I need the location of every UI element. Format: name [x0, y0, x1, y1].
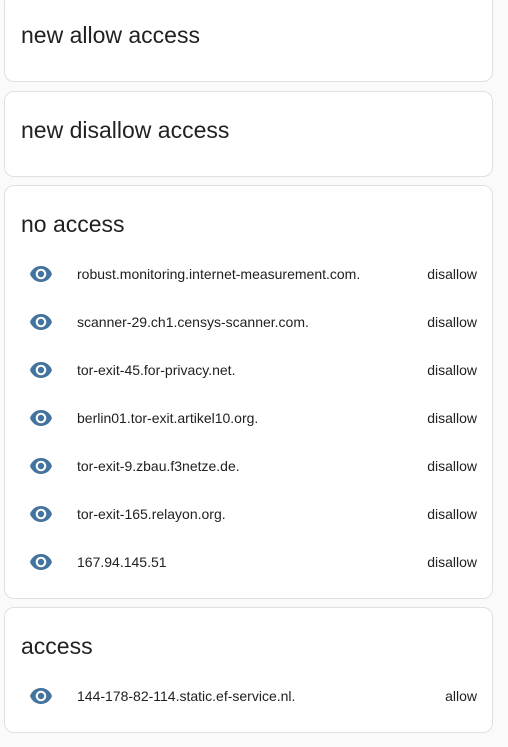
disallow-button[interactable]: disallow — [427, 264, 477, 284]
no-access-card: no access robust.monitoring.internet-mea… — [4, 185, 493, 599]
card-title: no access — [21, 211, 125, 237]
disallow-button[interactable]: disallow — [427, 312, 477, 332]
card-title: new allow access — [21, 22, 200, 48]
eye-icon[interactable] — [29, 361, 53, 379]
host-name: 144-178-82-114.static.ef-service.nl. — [77, 688, 296, 704]
disallow-button[interactable]: disallow — [427, 552, 477, 572]
eye-icon[interactable] — [29, 457, 53, 475]
access-card: access 144-178-82-114.static.ef-service.… — [4, 607, 493, 733]
list-item: tor-exit-45.for-privacy.net. disallow — [5, 346, 492, 394]
eye-icon[interactable] — [29, 687, 53, 705]
list-item: 144-178-82-114.static.ef-service.nl. all… — [5, 672, 492, 720]
eye-icon[interactable] — [29, 313, 53, 331]
list-item: scanner-29.ch1.censys-scanner.com. disal… — [5, 298, 492, 346]
disallow-button[interactable]: disallow — [427, 408, 477, 428]
card-title: new disallow access — [21, 117, 230, 143]
disallow-button[interactable]: disallow — [427, 456, 477, 476]
disallow-button[interactable]: disallow — [427, 360, 477, 380]
list-item: berlin01.tor-exit.artikel10.org. disallo… — [5, 394, 492, 442]
disallow-button[interactable]: disallow — [427, 504, 477, 524]
host-name: tor-exit-165.relayon.org. — [77, 506, 226, 522]
host-name: tor-exit-9.zbau.f3netze.de. — [77, 458, 240, 474]
host-name: berlin01.tor-exit.artikel10.org. — [77, 410, 259, 426]
eye-icon[interactable] — [29, 409, 53, 427]
new-disallow-access-card: new disallow access — [4, 91, 493, 177]
list-item: 167.94.145.51 disallow — [5, 538, 492, 586]
new-allow-access-card: new allow access — [4, 0, 493, 82]
eye-icon[interactable] — [29, 553, 53, 571]
eye-icon[interactable] — [29, 265, 53, 283]
eye-icon[interactable] — [29, 505, 53, 523]
host-name: scanner-29.ch1.censys-scanner.com. — [77, 314, 309, 330]
list-item: tor-exit-165.relayon.org. disallow — [5, 490, 492, 538]
allow-button[interactable]: allow — [445, 686, 477, 706]
card-title: access — [21, 633, 93, 659]
host-name: robust.monitoring.internet-measurement.c… — [77, 266, 361, 282]
host-name: 167.94.145.51 — [77, 554, 167, 570]
list-item: robust.monitoring.internet-measurement.c… — [5, 250, 492, 298]
host-name: tor-exit-45.for-privacy.net. — [77, 362, 236, 378]
list-item: tor-exit-9.zbau.f3netze.de. disallow — [5, 442, 492, 490]
